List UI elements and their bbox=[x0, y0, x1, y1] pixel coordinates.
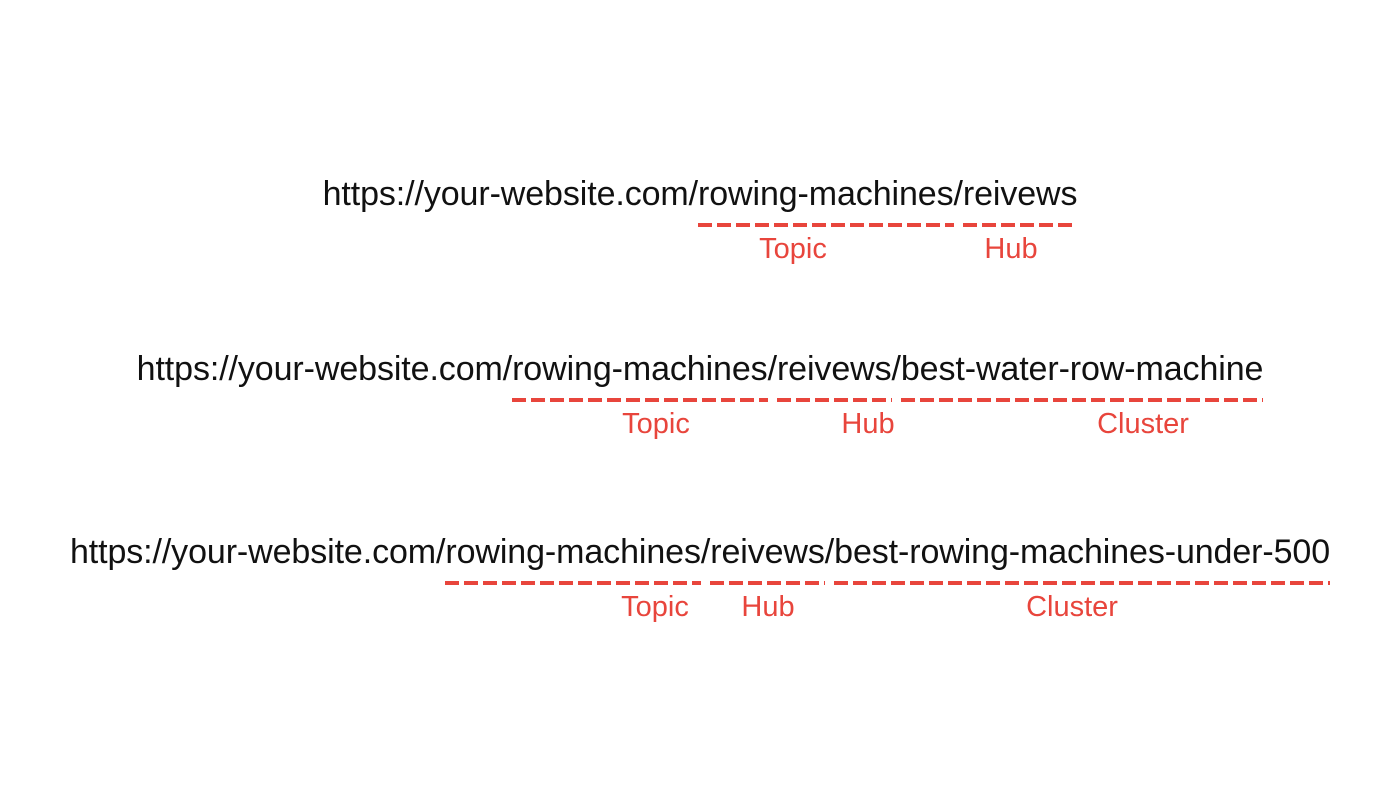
segment-labels-row: Topic Hub Cluster bbox=[0, 586, 1400, 628]
url-segment-topic: rowing-machines bbox=[445, 530, 701, 585]
url-text: https://your-website.com/rowing-machines… bbox=[136, 347, 1264, 402]
url-text: https://your-website.com/rowing-machines… bbox=[69, 530, 1330, 585]
url-segment-plain: / bbox=[891, 350, 901, 388]
segment-labels-row: Topic Hub bbox=[0, 228, 1400, 270]
url-segment-plain: / bbox=[953, 175, 963, 213]
segment-label-topic: Topic bbox=[759, 233, 827, 265]
url-row: https://your-website.com/rowing-machines… bbox=[0, 347, 1400, 402]
url-segment-cluster: best-rowing-machines-under-500 bbox=[834, 530, 1330, 585]
segment-label-hub: Hub bbox=[741, 591, 795, 623]
url-segment-topic: rowing-machines bbox=[512, 347, 768, 402]
url-row: https://your-website.com/rowing-machines… bbox=[0, 172, 1400, 227]
segment-label-hub: Hub bbox=[984, 233, 1038, 265]
url-segment-plain: / bbox=[824, 533, 835, 571]
url-segment-hub: reivews bbox=[710, 530, 825, 585]
segment-label-cluster: Cluster bbox=[1026, 591, 1118, 623]
url-row: https://your-website.com/rowing-machines… bbox=[0, 530, 1400, 585]
url-segment-plain: / bbox=[767, 350, 777, 388]
url-segment-hub: reivews bbox=[776, 347, 892, 402]
url-segment-hub: reivews bbox=[962, 172, 1078, 227]
url-segment-plain: https://your-website.com/ bbox=[322, 175, 699, 213]
segment-label-topic: Topic bbox=[621, 591, 689, 623]
url-segment-plain: / bbox=[700, 533, 711, 571]
url-segment-topic: rowing-machines bbox=[698, 172, 954, 227]
url-taxonomy-diagram: https://your-website.com/rowing-machines… bbox=[0, 0, 1400, 788]
url-text: https://your-website.com/rowing-machines… bbox=[322, 172, 1078, 227]
segment-label-topic: Topic bbox=[622, 408, 690, 440]
segment-label-hub: Hub bbox=[841, 408, 895, 440]
url-segment-cluster: best-water-row-machine bbox=[900, 347, 1264, 402]
segment-labels-row: Topic Hub Cluster bbox=[0, 403, 1400, 445]
url-segment-plain: https://your-website.com/ bbox=[69, 533, 446, 571]
segment-label-cluster: Cluster bbox=[1097, 408, 1189, 440]
url-segment-plain: https://your-website.com/ bbox=[136, 350, 513, 388]
